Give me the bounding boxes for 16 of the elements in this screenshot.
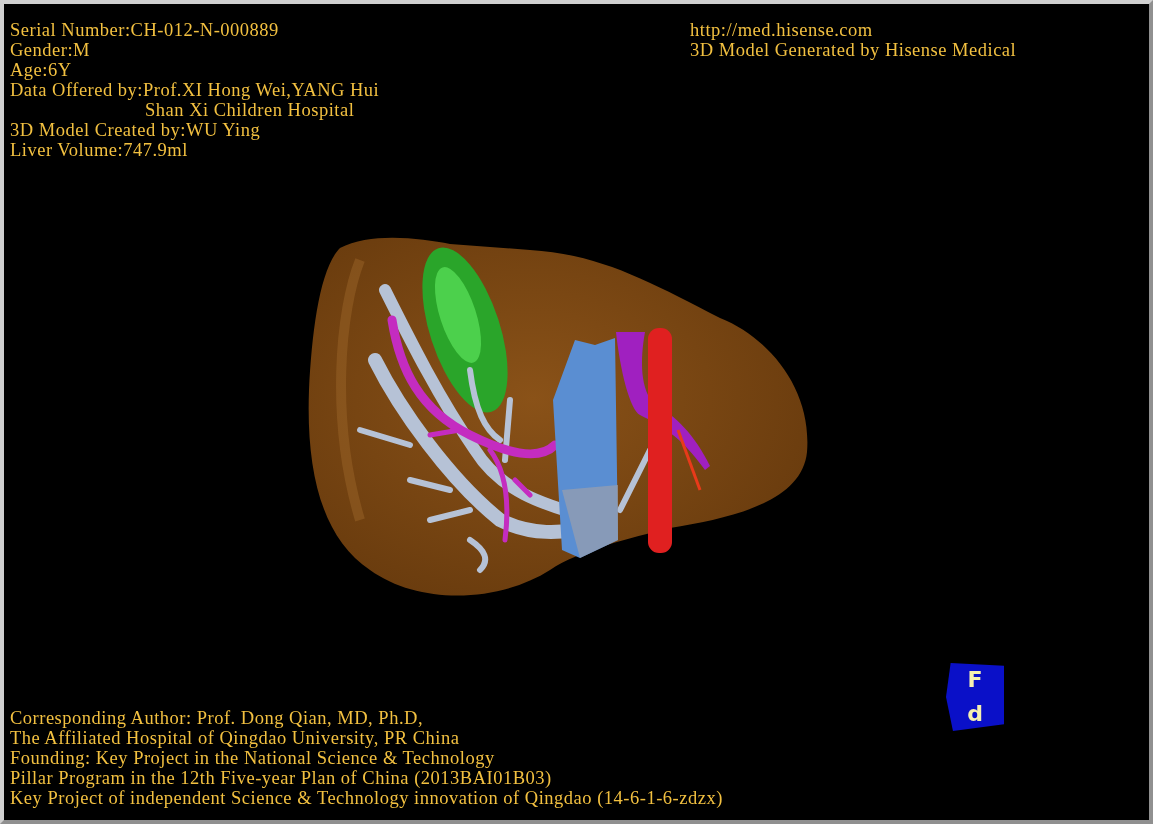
info-text: Data Offered by:Prof.XI Hong Wei,YANG Hui — [10, 80, 380, 100]
info-text: Serial Number:CH-012-N-000889 — [10, 20, 279, 40]
liver-model-drawing[interactable] — [308, 237, 808, 596]
info-text: Founding: Key Project in the National Science & Technology — [10, 748, 495, 768]
orientation-cube[interactable]: F d — [946, 663, 1004, 731]
info-text: Key Project of independent Science & Technology innovation of Qingdao (14-6-1-6-zdzx) — [10, 788, 723, 808]
info-text: Shan Xi Children Hospital — [144, 100, 355, 120]
info-text: Pillar Program in the 12th Five-year Plan of China (2013BAI01B03) — [10, 768, 552, 788]
info-text: Corresponding Author: Prof. Dong Qian, MD, Ph.D, — [10, 708, 423, 728]
info-text: Liver Volume:747.9ml — [10, 140, 188, 160]
info-text: 3D Model Generated by Hisense Medical — [690, 40, 1017, 60]
info-text: Age:6Y — [10, 60, 72, 80]
info-text: The Affiliated Hospital of Qingdao University, PR China — [10, 728, 460, 748]
info-text: Gender:M — [10, 40, 91, 60]
info-text: http://med.hisense.com — [690, 20, 873, 40]
info-text: 3D Model Created by:WU Ying — [10, 120, 261, 140]
